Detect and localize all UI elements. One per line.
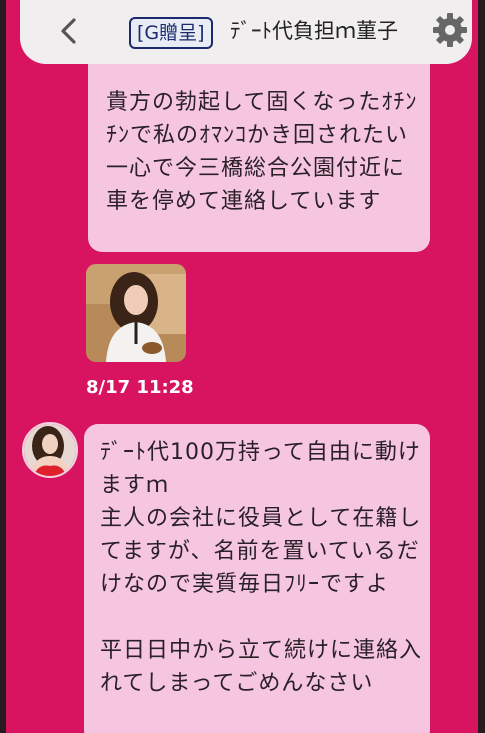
message-timestamp: 8/17 11:28: [86, 377, 194, 398]
message-bubble: 貴方の勃起して固くなったｵﾁﾝﾁﾝで私のｵﾏﾝｺかき回されたい一心で今三橋総合公…: [88, 64, 430, 252]
gift-tag-badge: [G贈呈]: [129, 17, 213, 49]
avatar[interactable]: [22, 422, 78, 478]
message-text: ﾃﾞｰﾄ代100万持って自由に動けますｍ 主人の会社に役員として在籍してますが、…: [100, 440, 423, 696]
message-bubble: ﾃﾞｰﾄ代100万持って自由に動けますｍ 主人の会社に役員として在籍してますが、…: [84, 424, 430, 733]
photo-thumbnail: [86, 264, 186, 362]
chevron-left-icon-svg: [61, 18, 76, 44]
message-text: 貴方の勃起して固くなったｵﾁﾝﾁﾝで私のｵﾏﾝｺかき回されたい一心で今三橋総合公…: [106, 90, 418, 214]
gear-icon-svg: [433, 13, 467, 47]
photo-message[interactable]: [86, 264, 186, 362]
chevron-left-icon[interactable]: [54, 14, 84, 48]
chat-header: [G贈呈] ﾃﾞｰﾄ代負担ｍ菫子: [20, 0, 472, 64]
gear-icon[interactable]: [430, 10, 470, 50]
avatar-image: [24, 424, 76, 476]
chat-screen: [G贈呈] ﾃﾞｰﾄ代負担ｍ菫子 貴方の勃起して固くなったｵﾁﾝﾁﾝで私のｵﾏﾝ…: [6, 0, 478, 733]
contact-name: ﾃﾞｰﾄ代負担ｍ菫子: [230, 19, 398, 43]
